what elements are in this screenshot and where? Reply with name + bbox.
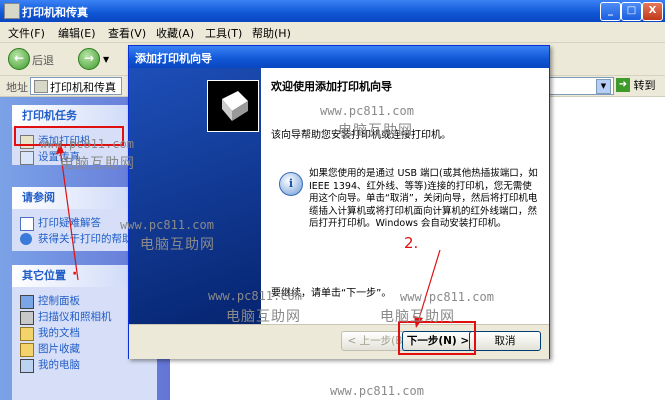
window-title: 打印机和传真 — [22, 6, 88, 19]
wizard-titlebar: 添加打印机向导 — [129, 46, 549, 68]
address-dropdown-area[interactable]: ▼ — [548, 77, 614, 95]
address-dropdown-icon[interactable]: ▼ — [596, 79, 611, 94]
wizard-heading: 欢迎使用添加打印机向导 — [271, 80, 392, 93]
my-computer-label: 我的电脑 — [38, 359, 80, 371]
control-panel-icon — [20, 295, 34, 309]
fax-icon — [20, 151, 34, 165]
watermark-url: www.pc811.com — [320, 104, 414, 118]
wizard-info-text: 如果您使用的是通过 USB 端口(或其他热插拔端口，如 IEEE 1394、红外… — [309, 168, 538, 229]
menu-view[interactable]: 查看(V) — [108, 25, 146, 41]
step-two-label: 2. — [404, 234, 419, 252]
printer-folder-icon — [34, 80, 48, 93]
menu-tools[interactable]: 工具(T) — [205, 25, 242, 41]
watermark-name: 电脑互助网 — [226, 309, 301, 325]
watermark-url: www.pc811.com — [330, 384, 424, 398]
watermark-url: www.pc811.com — [40, 137, 134, 151]
menu-file[interactable]: 文件(F) — [8, 25, 45, 41]
info-icon: i — [279, 172, 303, 196]
print-help-label: 获得关于打印的帮助 — [38, 233, 133, 245]
watermark-url: www.pc811.com — [400, 290, 494, 304]
cancel-button[interactable]: 取消 — [469, 331, 541, 351]
address-field[interactable]: 打印机和传真 — [30, 77, 122, 95]
menu-bar: 文件(F) 编辑(E) 查看(V) 收藏(A) 工具(T) 帮助(H) — [0, 22, 665, 43]
watermark-url: www.pc811.com — [208, 289, 302, 303]
menu-help[interactable]: 帮助(H) — [252, 25, 291, 41]
window-titlebar: 打印机和传真 _ □ X — [0, 0, 665, 22]
scanner-icon — [20, 311, 34, 325]
my-pictures-label: 图片收藏 — [38, 343, 80, 355]
wizard-sidebar — [129, 68, 261, 324]
watermark-url: www.pc811.com — [120, 218, 214, 232]
scanners-cameras-label: 扫描仪和照相机 — [38, 311, 112, 323]
pictures-folder-icon — [20, 343, 34, 357]
troubleshoot-label: 打印疑难解答 — [38, 217, 101, 229]
forward-dropdown-icon[interactable]: ▼ — [103, 55, 109, 64]
add-printer-wizard-dialog: 添加打印机向导 欢迎使用添加打印机向导 该向导帮助您安装打印机或连接打印机。 i… — [128, 45, 550, 359]
my-documents-label: 我的文档 — [38, 327, 80, 339]
maximize-button[interactable]: □ — [621, 2, 642, 21]
menu-edit[interactable]: 编辑(E) — [58, 25, 96, 41]
help-icon — [20, 217, 34, 231]
wizard-title: 添加打印机向导 — [135, 52, 212, 65]
watermark-name: 电脑互助网 — [338, 123, 413, 139]
go-arrow-icon: ➜ — [616, 78, 630, 92]
wizard-footer: < 上一步(B) 下一步(N) > 取消 — [129, 324, 549, 359]
menu-favorites[interactable]: 收藏(A) — [156, 25, 194, 41]
folder-icon — [20, 327, 34, 341]
printer-icon — [207, 80, 259, 132]
my-computer-link[interactable]: 我的电脑 — [12, 357, 157, 373]
back-arrow-icon[interactable]: ← — [8, 48, 30, 70]
printer-folder-icon — [4, 3, 20, 19]
control-panel-label: 控制面板 — [38, 295, 80, 307]
watermark-name: 电脑互助网 — [140, 237, 215, 253]
go-button[interactable]: ➜ 转到 — [616, 77, 656, 93]
go-label: 转到 — [633, 79, 656, 92]
forward-arrow-icon[interactable]: → — [78, 48, 100, 70]
back-label[interactable]: 后退 — [32, 52, 54, 68]
annotation-dot: · — [72, 266, 78, 282]
watermark-name: 电脑互助网 — [60, 156, 135, 172]
address-value: 打印机和传真 — [50, 81, 116, 94]
close-button[interactable]: X — [642, 2, 663, 21]
computer-icon — [20, 359, 34, 373]
watermark-name: 电脑互助网 — [380, 309, 455, 325]
question-icon — [20, 233, 32, 245]
next-button-highlight — [398, 321, 476, 355]
address-label: 地址 — [6, 81, 28, 94]
minimize-button[interactable]: _ — [600, 2, 621, 21]
